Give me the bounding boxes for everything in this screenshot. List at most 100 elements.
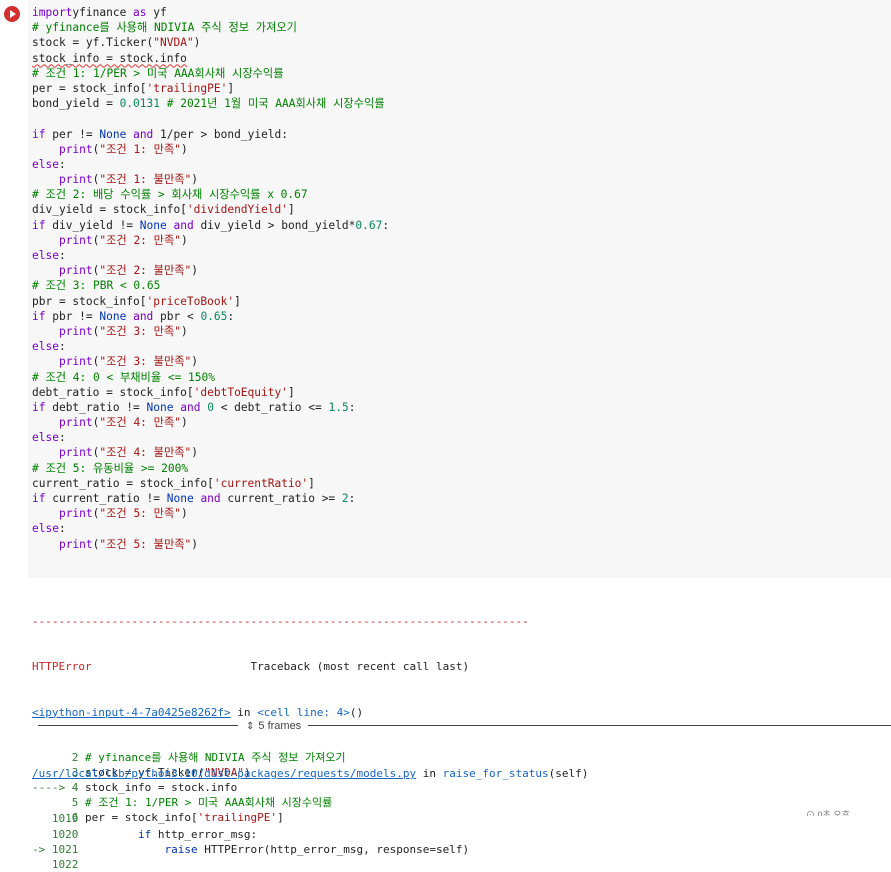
code-token: # yfinance를 사용해 NDIVIA 주식 정보 가져오기 bbox=[32, 21, 297, 35]
code-token: yf bbox=[146, 6, 167, 19]
frame-line: -> 1021 raise HTTPError(http_error_msg, … bbox=[32, 842, 887, 857]
code-token: if bbox=[32, 309, 46, 323]
traceback-label: Traceback (most recent call last) bbox=[91, 660, 470, 674]
code-token: ] bbox=[227, 81, 235, 95]
code-token: if bbox=[32, 218, 46, 232]
code-token: 1019 bbox=[32, 812, 79, 826]
function-name[interactable]: raise_for_status bbox=[443, 767, 549, 780]
code-token: yfinance bbox=[72, 6, 134, 19]
code-line: print("조건 2: 만족") bbox=[32, 233, 882, 248]
code-token: ) bbox=[191, 537, 199, 551]
code-token: ) bbox=[180, 233, 188, 247]
code-line: print("조건 5: 만족") bbox=[32, 506, 882, 521]
code-token: debt_ratio != bbox=[45, 400, 147, 414]
code-token: ) bbox=[191, 173, 199, 187]
code-token: debt_ratio = stock_info[ bbox=[32, 385, 194, 399]
code-token: ) bbox=[191, 446, 199, 460]
code-token: as bbox=[133, 6, 147, 19]
collapsed-frames: ⇕ 5 frames bbox=[38, 717, 891, 735]
code-line: else: bbox=[32, 339, 882, 354]
frames-divider-right bbox=[308, 725, 891, 726]
frames-label: 5 frames bbox=[258, 720, 302, 732]
code-token: div_yield > bond_yield* bbox=[193, 218, 356, 232]
code-token: "조건 1: 만족" bbox=[99, 142, 181, 156]
code-token: "NVDA" bbox=[153, 36, 194, 50]
models-file-link[interactable]: /usr/local/lib/python3.10/dist-packages/… bbox=[32, 767, 416, 780]
code-token: import bbox=[32, 6, 73, 19]
code-line: print("조건 5: 불만족") bbox=[32, 537, 882, 552]
code-token: "조건 5: 불만족" bbox=[99, 537, 192, 551]
code-line: else: bbox=[32, 248, 882, 263]
code-token: print bbox=[58, 142, 93, 156]
code-token: pbr != bbox=[45, 309, 100, 323]
function-args: (self) bbox=[548, 767, 589, 781]
code-cell[interactable]: importyfinance as yf # yfinance를 사용해 NDIV… bbox=[0, 0, 891, 578]
code-token: current_ratio >= bbox=[220, 492, 342, 505]
code-token: print bbox=[58, 507, 93, 521]
code-token: print bbox=[58, 416, 93, 430]
frame-line: 1022 bbox=[32, 857, 887, 872]
code-line: # 조건 3: PBR < 0.65 bbox=[32, 278, 882, 293]
code-line: print("조건 2: 불만족") bbox=[32, 263, 882, 278]
file-in-text: in bbox=[416, 767, 443, 781]
code-token: stock = yf.Ticker( bbox=[32, 36, 154, 50]
code-token: 'currentRatio' bbox=[213, 476, 309, 490]
run-cell-button[interactable] bbox=[4, 6, 20, 22]
code-token: print bbox=[58, 324, 93, 338]
code-line: print("조건 1: 불만족") bbox=[32, 172, 882, 187]
code-token: if bbox=[32, 400, 46, 414]
code-token: pbr < bbox=[153, 309, 201, 323]
code-token: "조건 3: 불만족" bbox=[99, 355, 192, 369]
code-token: "조건 4: 만족" bbox=[99, 416, 181, 430]
code-token: : bbox=[348, 492, 356, 505]
code-token: if bbox=[32, 492, 46, 505]
code-line: # 조건 2: 배당 수익률 > 회사채 시장수익률 x 0.67 bbox=[32, 187, 882, 202]
code-editor[interactable]: importyfinance as yf # yfinance를 사용해 NDIV… bbox=[32, 5, 882, 552]
code-token: 0.0131 bbox=[119, 97, 160, 111]
code-line: if pbr != None and pbr < 0.65: bbox=[32, 309, 882, 324]
code-token: else bbox=[32, 249, 59, 262]
code-token: # 2021년 1월 미국 AAA회사채 시장수익률 bbox=[166, 97, 385, 111]
code-token: ] bbox=[287, 385, 295, 399]
code-line: pbr = stock_info['priceToBook'] bbox=[32, 294, 882, 309]
expand-frames-button[interactable]: ⇕ 5 frames bbox=[242, 717, 306, 735]
code-token: 'trailingPE' bbox=[146, 81, 228, 95]
code-token: 'debtToEquity' bbox=[193, 385, 288, 399]
code-line: # 조건 1: 1/PER > 미국 AAA회사채 시장수익률 bbox=[32, 66, 882, 81]
code-token: ] bbox=[234, 294, 241, 308]
code-line: print("조건 3: 불만족") bbox=[32, 354, 882, 369]
code-token: None bbox=[99, 309, 127, 323]
frame-line: 1019 bbox=[32, 811, 887, 826]
code-token: None bbox=[146, 400, 174, 414]
code-token: ) bbox=[180, 416, 188, 430]
code-token: # 조건 1: 1/PER > 미국 AAA회사채 시장수익률 bbox=[32, 66, 284, 80]
code-token: print bbox=[58, 355, 93, 369]
code-token: : bbox=[382, 218, 390, 232]
code-token: "조건 5: 만족" bbox=[99, 507, 181, 521]
code-token: div_yield != bbox=[45, 218, 140, 232]
code-token: 2 bbox=[341, 492, 349, 505]
code-token: print bbox=[58, 446, 93, 460]
traceback-header: HTTPError Traceback (most recent call la… bbox=[32, 659, 887, 674]
code-token: # 조건 3: PBR < 0.65 bbox=[32, 279, 161, 293]
code-token: stock_info = stock.info bbox=[32, 51, 187, 65]
code-token: 0.65 bbox=[200, 309, 228, 323]
code-token: and bbox=[133, 127, 154, 141]
code-line: stock_info = stock.info bbox=[32, 51, 882, 66]
code-token: 1.5 bbox=[328, 400, 349, 414]
code-line: bond_yield = 0.0131 # 2021년 1월 미국 AAA회사채… bbox=[32, 96, 882, 111]
code-token: # 조건 5: 유동비율 >= 200% bbox=[32, 461, 189, 475]
code-line: # 조건 4: 0 < 부채비율 <= 150% bbox=[32, 370, 882, 385]
code-token: per = stock_info[ bbox=[32, 81, 147, 95]
code-token: "조건 3: 만족" bbox=[99, 324, 181, 338]
code-token: "조건 2: 만족" bbox=[99, 233, 181, 247]
code-token: HTTPError(http_error_msg, response=self) bbox=[197, 842, 470, 856]
code-line: # 조건 5: 유동비율 >= 200% bbox=[32, 461, 882, 476]
code-line: importyfinance as yf bbox=[32, 5, 882, 20]
